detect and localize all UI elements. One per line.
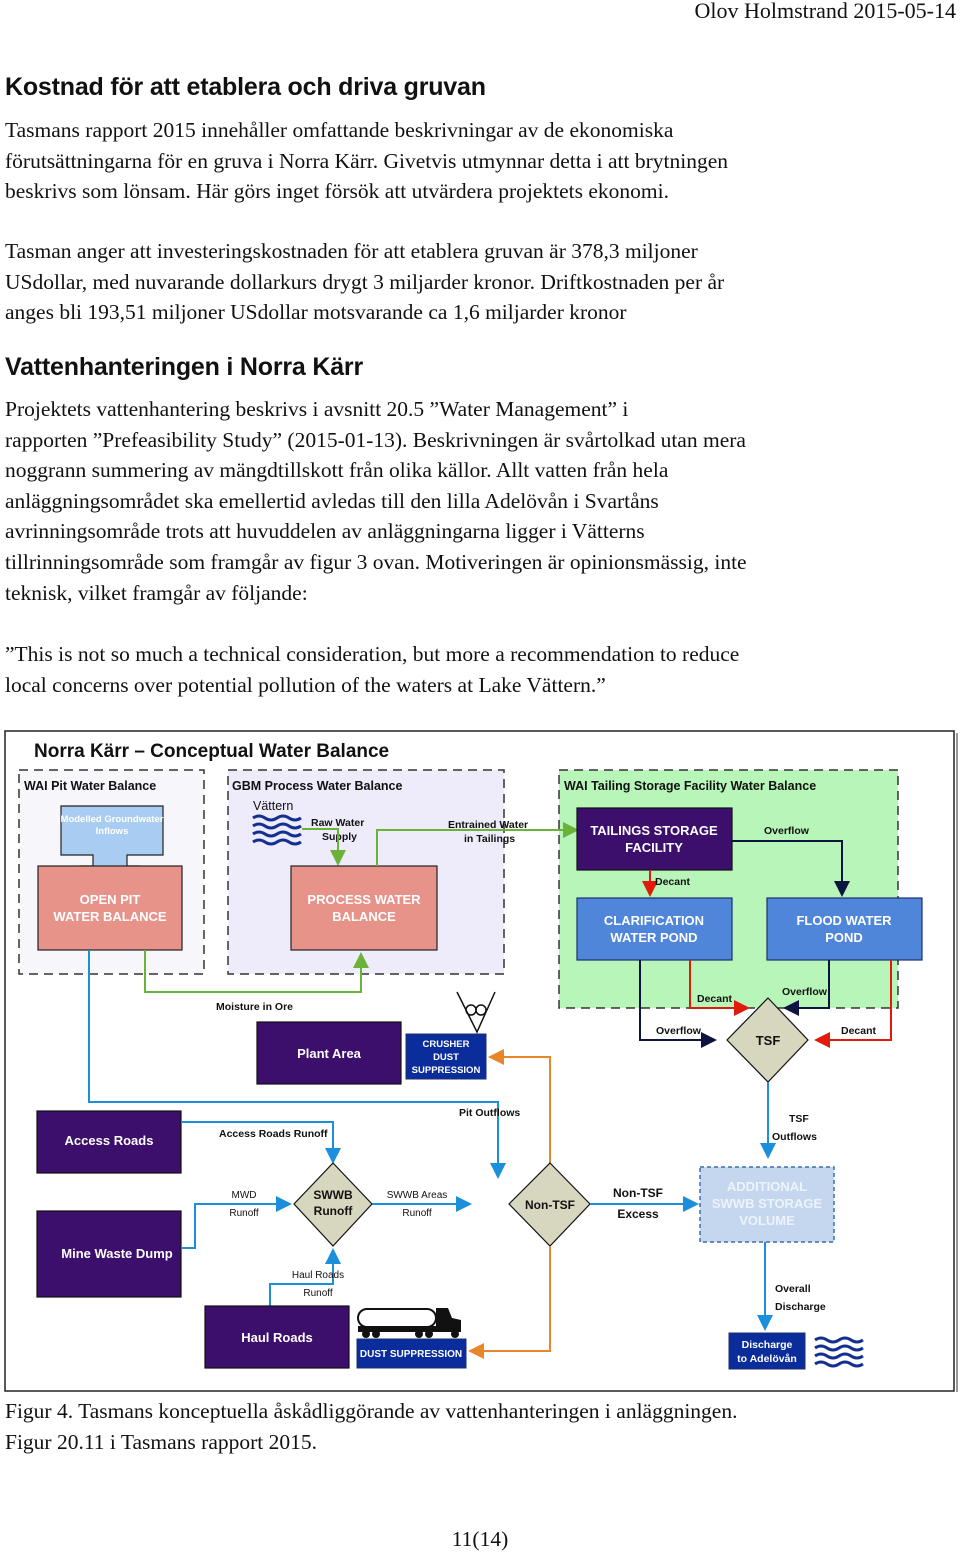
caption-line: Figur 20.11 i Tasmans rapport 2015. [5, 1429, 318, 1454]
overall-discharge-label: Discharge [775, 1301, 826, 1313]
discharge-label: to Adelövån [737, 1353, 797, 1365]
decant-label: Decant [841, 1025, 877, 1037]
section-heading-water: Vattenhanteringen i Norra Kärr [5, 353, 363, 381]
text-line: Tasman anger att investeringskostnaden f… [5, 239, 698, 263]
raw-water-label: Supply [322, 831, 357, 843]
tailings-storage-box [576, 807, 733, 871]
text-line: ”This is not so much a technical conside… [5, 642, 740, 666]
crusher-label: DUST [433, 1052, 459, 1063]
pit-outflows-label: Pit Outflows [459, 1107, 520, 1119]
flood-water-pond-label: FLOOD WATER [796, 913, 892, 928]
header-author-date: Olov Holmstrand 2015-05-14 [694, 0, 956, 23]
plant-area-label: Plant Area [297, 1046, 362, 1061]
page-number: 11(14) [451, 1527, 509, 1551]
overflow-label: Overflow [656, 1025, 702, 1037]
access-roads-runoff-label: Access Roads Runoff [219, 1128, 328, 1140]
groundwater-label: Modelled Groundwater [61, 814, 164, 825]
text-line: rapporten ”Prefeasibility Study” (2015-0… [5, 427, 746, 452]
swwb-node-label: Runoff [314, 1204, 354, 1218]
haul-roads-runoff-label: Runoff [303, 1288, 333, 1299]
additional-storage-label: SWWB STORAGE [712, 1196, 823, 1211]
tailings-storage-label: FACILITY [625, 840, 683, 855]
crusher-label: CRUSHER [423, 1039, 470, 1050]
moisture-in-ore-label: Moisture in Ore [216, 1001, 293, 1013]
vattern-label: Vättern [253, 799, 293, 813]
text-line: USdollar, med nuvarande dollarkurs drygt… [5, 269, 725, 294]
text-line: tillrinningsområde som framgår av figur … [5, 549, 747, 574]
text-line: local concerns over potential pollution … [5, 672, 606, 697]
flood-water-pond-label: POND [825, 930, 863, 945]
access-roads-label: Access Roads [65, 1133, 154, 1148]
figure-caption: Figur 4. Tasmans konceptuella åskådliggö… [5, 1396, 737, 1457]
decant-label: Decant [655, 876, 691, 888]
diagram-title: Norra Kärr – Conceptual Water Balance [34, 741, 389, 762]
tsf-outflows-label: TSF [789, 1113, 809, 1125]
mine-waste-dump-label: Mine Waste Dump [61, 1246, 173, 1261]
caption-line: Figur 4. Tasmans konceptuella åskådliggö… [5, 1399, 738, 1423]
paragraph-cost-intro: Tasmans rapport 2015 innehåller omfattan… [5, 115, 955, 207]
text-line: teknisk, vilket framgår av följande: [5, 580, 308, 605]
open-pit-label: OPEN PIT [80, 892, 141, 907]
mwd-runoff-label: Runoff [229, 1208, 259, 1219]
non-tsf-node-label: Non-TSF [525, 1198, 575, 1212]
crusher-label: SUPPRESSION [412, 1065, 481, 1076]
dust-suppression-label: DUST SUPPRESSION [360, 1349, 462, 1360]
text-line: Tasmans rapport 2015 innehåller omfattan… [5, 118, 674, 142]
swwb-node-label: SWWB [313, 1188, 353, 1202]
groundwater-label: Inflows [96, 826, 129, 837]
process-water-label: PROCESS WATER [307, 892, 421, 907]
text-line: noggrann summering av mängdtillskott frå… [5, 458, 669, 483]
clarification-pond-label: CLARIFICATION [604, 913, 704, 928]
overall-discharge-label: Overall [775, 1283, 811, 1295]
section-process-label: GBM Process Water Balance [232, 779, 402, 793]
tailings-storage-label: TAILINGS STORAGE [590, 823, 718, 838]
section-heading-cost: Kostnad för att etablera och driva gruva… [5, 73, 486, 101]
raw-water-label: Raw Water [311, 817, 364, 829]
text-line: förutsättningarna för en gruva i Norra K… [5, 148, 729, 173]
paragraph-cost-figures: Tasman anger att investeringskostnaden f… [5, 236, 955, 328]
section-tsf-label: WAI Tailing Storage Facility Water Balan… [564, 779, 816, 793]
paragraph-quote: ”This is not so much a technical conside… [5, 639, 955, 700]
process-water-box [290, 865, 438, 951]
clarification-pond-label: WATER POND [610, 930, 697, 945]
process-water-label: BALANCE [332, 909, 396, 924]
water-balance-diagram: Norra Kärr – Conceptual Water Balance WA… [4, 730, 958, 1392]
clarification-pond-box [576, 897, 733, 961]
swwb-areas-label: Runoff [402, 1208, 432, 1219]
entrained-water-label: in Tailings [464, 833, 515, 845]
additional-storage-label: VOLUME [739, 1213, 795, 1228]
text-line: anges bli 193,51 miljoner USdollar motsv… [5, 300, 627, 325]
text-line: beskrivs som lönsam. Här görs inget förs… [5, 179, 669, 204]
open-pit-box [37, 865, 183, 951]
flood-water-pond-box [766, 897, 923, 961]
additional-storage-label: ADDITIONAL [727, 1179, 807, 1194]
tsf-node-label: TSF [756, 1033, 781, 1048]
non-tsf-excess-label: Excess [617, 1207, 659, 1221]
decant-label: Decant [697, 993, 733, 1005]
section-pit-label: WAI Pit Water Balance [24, 779, 156, 793]
text-line: Projektets vattenhantering beskrivs i av… [5, 397, 629, 421]
haul-roads-label: Haul Roads [241, 1330, 313, 1345]
haul-roads-runoff-label: Haul Roads [292, 1270, 344, 1281]
tsf-outflows-label: Outflows [772, 1131, 817, 1143]
overflow-label: Overflow [764, 825, 810, 837]
non-tsf-excess-label: Non-TSF [613, 1186, 663, 1200]
swwb-areas-label: SWWB Areas [387, 1190, 448, 1201]
text-line: anläggningsområdet ska emellertid avleda… [5, 488, 659, 513]
mwd-runoff-label: MWD [232, 1190, 257, 1201]
overflow-label: Overflow [782, 986, 828, 998]
section-tsf [558, 769, 899, 1009]
open-pit-label: WATER BALANCE [53, 909, 166, 924]
text-line: avrinningsområde trots att huvuddelen av… [5, 519, 645, 544]
paragraph-water-management: Projektets vattenhantering beskrivs i av… [5, 394, 955, 608]
discharge-label: Discharge [742, 1339, 793, 1351]
